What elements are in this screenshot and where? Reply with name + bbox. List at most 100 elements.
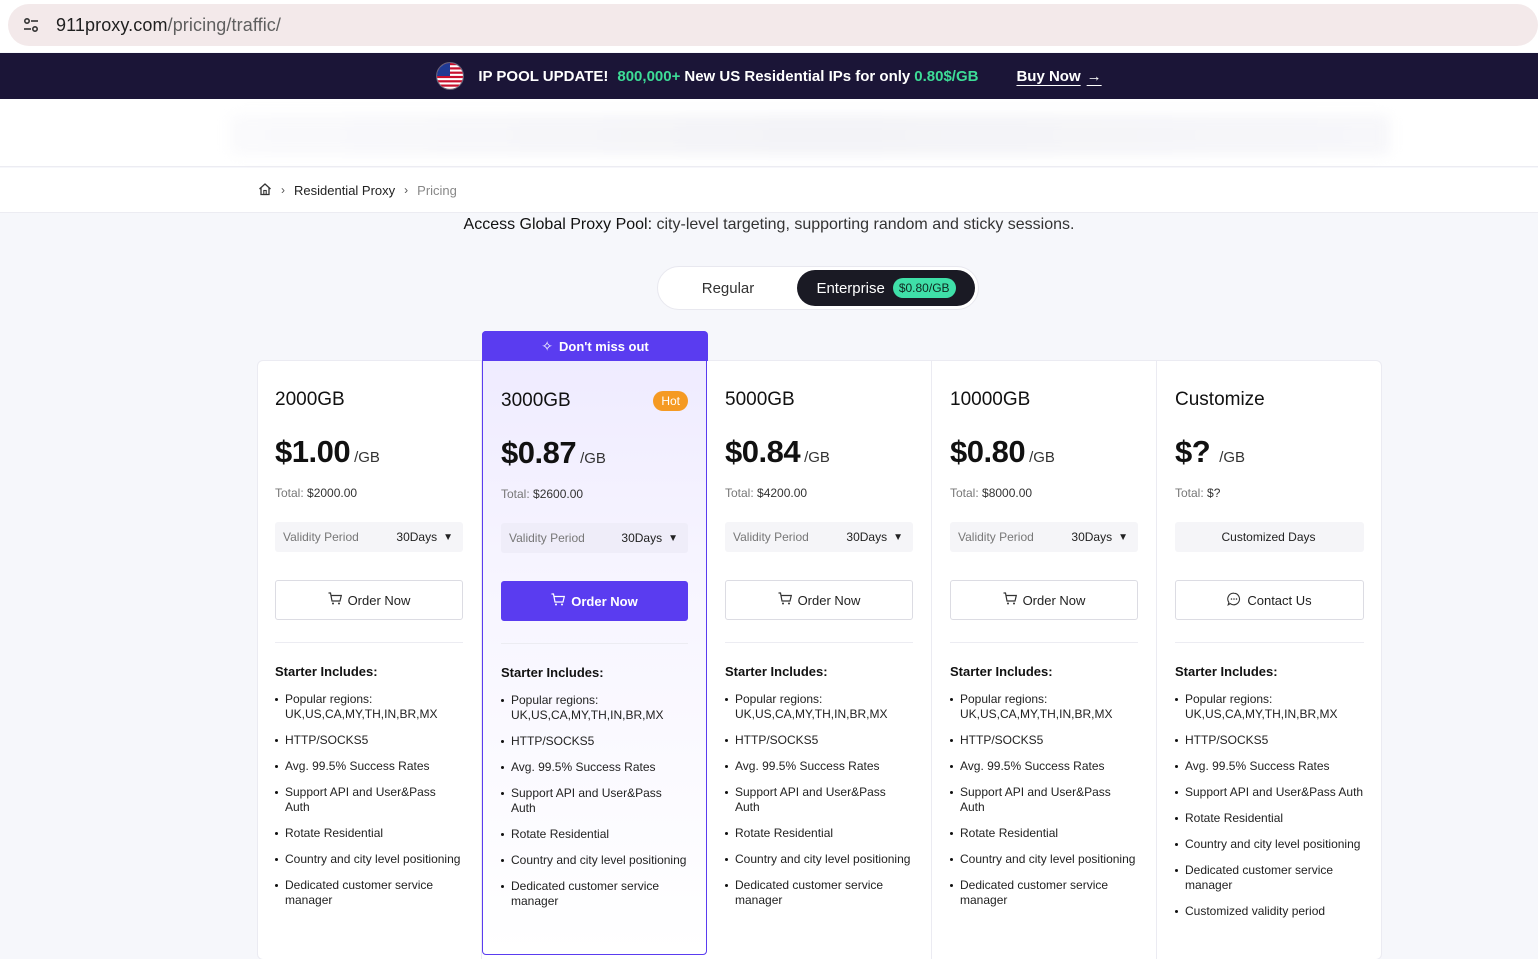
plan-card-customize: Customize $? /GB Total: $? Customized Day… xyxy=(1157,360,1382,959)
validity-select[interactable]: 30Days ▼ xyxy=(621,531,678,545)
buy-now-label: Buy Now xyxy=(1016,67,1081,85)
chevron-down-icon: ▼ xyxy=(668,532,678,544)
feature-item: Rotate Residential xyxy=(275,826,463,841)
feature-item: Dedicated customer service manager xyxy=(950,878,1138,908)
site-settings-icon[interactable] xyxy=(14,8,48,42)
browser-address-bar: 911proxy.com/pricing/traffic/ xyxy=(0,0,1538,52)
feature-item: Popular regions: UK,US,CA,MY,TH,IN,BR,MX xyxy=(501,693,688,723)
feature-item: HTTP/SOCKS5 xyxy=(725,733,913,748)
promo-price: 0.80$/GB xyxy=(914,67,979,85)
feature-item: Rotate Residential xyxy=(950,826,1138,841)
total-value: $8000.00 xyxy=(982,486,1033,500)
validity-select[interactable]: 30Days ▼ xyxy=(846,530,903,544)
feature-item: Popular regions: UK,US,CA,MY,TH,IN,BR,MX xyxy=(1175,692,1364,722)
validity-period: Validity Period 30Days ▼ xyxy=(501,523,688,553)
toggle-enterprise-label: Enterprise xyxy=(816,279,885,297)
plan-price: $1.00 xyxy=(275,434,351,469)
chevron-down-icon: ▼ xyxy=(443,531,453,543)
customized-days: Customized Days xyxy=(1175,522,1364,552)
plan-card-10000gb: 10000GB $0.80/GB Total: $8000.00 Validit… xyxy=(932,360,1157,959)
validity-value: 30Days xyxy=(846,530,888,544)
us-flag-icon xyxy=(436,62,465,90)
feature-item: HTTP/SOCKS5 xyxy=(1175,733,1364,748)
validity-period: Validity Period 30Days ▼ xyxy=(950,522,1138,552)
feature-list: Popular regions: UK,US,CA,MY,TH,IN,BR,MX… xyxy=(275,692,463,908)
toggle-enterprise[interactable]: Enterprise $0.80/GB xyxy=(797,270,975,306)
feature-item: Avg. 99.5% Success Rates xyxy=(501,760,688,775)
plan-total: Total: $8000.00 xyxy=(950,486,1138,506)
feature-item: HTTP/SOCKS5 xyxy=(275,733,463,748)
divider xyxy=(950,642,1138,643)
feature-item: Avg. 99.5% Success Rates xyxy=(950,759,1138,774)
feature-item: Rotate Residential xyxy=(501,827,688,842)
breadcrumb-separator: › xyxy=(281,183,285,197)
feature-item: Support API and User&Pass Auth xyxy=(275,785,463,815)
plan-type-toggle: Regular Enterprise $0.80/GB xyxy=(657,266,979,310)
includes-heading: Starter Includes: xyxy=(1175,664,1278,679)
buy-now-link[interactable]: Buy Now → xyxy=(1016,68,1101,85)
ribbon-label: Don't miss out xyxy=(558,338,649,354)
validity-period: Validity Period 30Days ▼ xyxy=(725,522,913,552)
validity-value: 30Days xyxy=(1071,530,1113,544)
plan-total: Total: $? xyxy=(1175,486,1364,506)
plan-price: $0.87 xyxy=(501,435,577,470)
blurred-navigation xyxy=(230,115,1390,155)
plan-card-3000gb: ✧ Don't miss out 3000GB Hot $0.87/GB Total… xyxy=(482,331,708,955)
subtitle-rest: city-level targeting, supporting random … xyxy=(656,216,1075,233)
feature-item: Support API and User&Pass Auth xyxy=(725,785,913,815)
divider xyxy=(501,643,688,644)
chevron-down-icon: ▼ xyxy=(1118,531,1128,543)
feature-item: Popular regions: UK,US,CA,MY,TH,IN,BR,MX xyxy=(725,692,913,722)
order-now-button[interactable]: Order Now xyxy=(275,580,463,620)
feature-item: Country and city level positioning xyxy=(1175,837,1364,852)
plan-price: $0.84 xyxy=(725,434,801,469)
url-text: 911proxy.com/pricing/traffic/ xyxy=(56,15,281,36)
order-now-button[interactable]: Order Now xyxy=(725,580,913,620)
feature-item: Dedicated customer service manager xyxy=(725,878,913,908)
divider xyxy=(275,642,463,643)
includes-heading: Starter Includes: xyxy=(275,664,378,679)
feature-item: Rotate Residential xyxy=(725,826,913,841)
plan-name: 5000GB xyxy=(725,389,795,410)
order-now-label: Order Now xyxy=(1022,592,1086,608)
order-now-button[interactable]: Order Now xyxy=(501,581,688,621)
breadcrumb: › Residential Proxy › Pricing xyxy=(0,168,1538,213)
plan-total: Total: $4200.00 xyxy=(725,486,913,506)
breadcrumb-pricing: Pricing xyxy=(417,182,457,198)
feature-item: HTTP/SOCKS5 xyxy=(501,734,688,749)
subtitle-lead: Access Global Proxy Pool: xyxy=(463,216,653,233)
plan-name: 10000GB xyxy=(950,389,1031,410)
plan-name: 2000GB xyxy=(275,389,345,410)
total-value: $? xyxy=(1207,486,1221,500)
cart-icon xyxy=(328,592,342,608)
total-value: $2000.00 xyxy=(307,486,358,500)
feature-item: Dedicated customer service manager xyxy=(501,879,688,909)
breadcrumb-residential-proxy[interactable]: Residential Proxy xyxy=(294,183,395,198)
home-icon[interactable] xyxy=(258,182,272,199)
chat-icon xyxy=(1227,592,1241,609)
order-now-button[interactable]: Order Now xyxy=(950,580,1138,620)
feature-item: Dedicated customer service manager xyxy=(275,878,463,908)
toggle-regular[interactable]: Regular xyxy=(661,280,795,297)
feature-item: Support API and User&Pass Auth xyxy=(501,786,688,816)
cart-icon xyxy=(551,593,566,609)
feature-item: Avg. 99.5% Success Rates xyxy=(1175,759,1364,774)
promo-title: IP POOL UPDATE! xyxy=(478,67,609,85)
feature-item: Country and city level positioning xyxy=(950,852,1138,867)
validity-select[interactable]: 30Days ▼ xyxy=(396,530,453,544)
validity-select[interactable]: 30Days ▼ xyxy=(1071,530,1128,544)
order-now-label: Order Now xyxy=(571,593,638,609)
per-gb-label: /GB xyxy=(580,450,606,467)
validity-label: Validity Period xyxy=(509,531,585,545)
feature-list: Popular regions: UK,US,CA,MY,TH,IN,BR,MX… xyxy=(950,692,1138,908)
plan-total: Total: $2600.00 xyxy=(501,487,688,507)
validity-value: 30Days xyxy=(621,531,663,545)
url-field[interactable]: 911proxy.com/pricing/traffic/ xyxy=(8,4,1538,46)
total-label: Total: xyxy=(950,486,979,500)
contact-us-button[interactable]: Contact Us xyxy=(1175,580,1364,620)
site-header xyxy=(0,99,1538,167)
feature-item: Support API and User&Pass Auth xyxy=(950,785,1138,815)
feature-list: Popular regions: UK,US,CA,MY,TH,IN,BR,MX… xyxy=(725,692,913,908)
plan-card-5000gb: 5000GB $0.84/GB Total: $4200.00 Validity… xyxy=(707,360,932,959)
feature-item: Popular regions: UK,US,CA,MY,TH,IN,BR,MX xyxy=(275,692,463,722)
